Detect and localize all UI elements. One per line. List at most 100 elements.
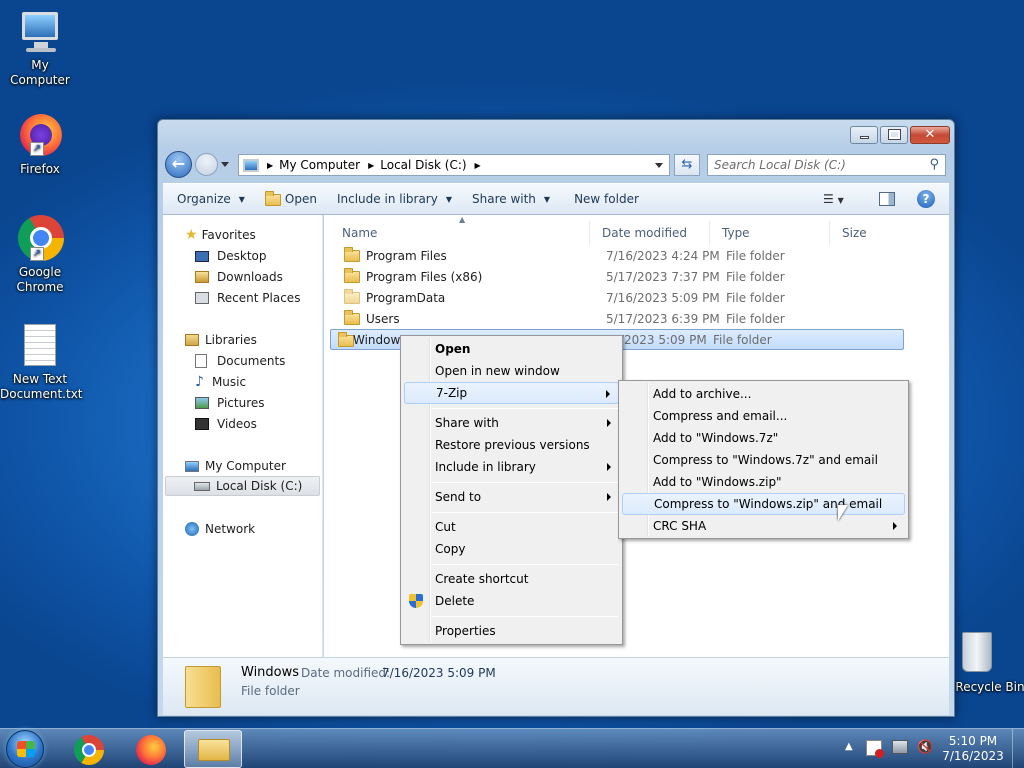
- nav-label: Downloads: [217, 270, 283, 284]
- nav-favorites[interactable]: ★ Favorites: [185, 225, 256, 245]
- open-button[interactable]: Open: [255, 191, 327, 206]
- nav-my-computer[interactable]: My Computer: [185, 456, 286, 476]
- file-type: File folder: [713, 332, 772, 347]
- column-header-date[interactable]: Date modified: [590, 221, 710, 245]
- search-placeholder: Search Local Disk (C:): [714, 158, 846, 172]
- close-button[interactable]: ✕: [910, 126, 950, 144]
- maximize-button[interactable]: [880, 126, 908, 144]
- share-with-button[interactable]: Share with ▼: [462, 192, 560, 206]
- file-type: File folder: [726, 269, 785, 284]
- menu-label: Add to "Windows.zip": [653, 475, 782, 489]
- file-row[interactable]: Program Files (x86) 5/17/2023 7:37 PM File…: [338, 266, 912, 287]
- column-header-size[interactable]: Size: [830, 221, 940, 245]
- clock[interactable]: 5:10 PM 7/16/2023: [940, 734, 1006, 764]
- desktop-icon-my-computer[interactable]: My Computer: [0, 8, 80, 88]
- menu-item-cut[interactable]: Cut: [404, 516, 619, 538]
- menu-item-add-to-7z[interactable]: Add to "Windows.7z": [622, 427, 905, 449]
- nav-downloads[interactable]: Downloads: [195, 267, 283, 287]
- back-button[interactable]: ←: [165, 151, 192, 178]
- menu-item-copy[interactable]: Copy: [404, 538, 619, 560]
- share-label: Share with: [472, 192, 536, 206]
- menu-label: Share with: [435, 416, 499, 430]
- recent-places-icon: [195, 292, 209, 304]
- taskbar-chrome-button[interactable]: [70, 733, 108, 767]
- menu-item-send-to[interactable]: Send to: [404, 486, 619, 508]
- nav-music[interactable]: ♪ Music: [195, 372, 246, 392]
- nav-pictures[interactable]: Pictures: [195, 393, 265, 413]
- nav-label: Desktop: [217, 249, 267, 263]
- column-header-type[interactable]: Type: [710, 221, 830, 245]
- breadcrumb-my-computer[interactable]: My Computer: [279, 158, 360, 172]
- menu-label: Open: [435, 342, 471, 356]
- menu-item-add-to-archive[interactable]: Add to archive...: [622, 383, 905, 405]
- breadcrumb-local-disk[interactable]: Local Disk (C:): [380, 158, 466, 172]
- menu-item-compress-email[interactable]: Compress and email...: [622, 405, 905, 427]
- network-tray-icon[interactable]: [892, 740, 908, 754]
- details-type: File folder: [241, 684, 300, 698]
- desktop-icon-label: Firefox: [20, 162, 60, 176]
- menu-item-restore-previous[interactable]: Restore previous versions: [404, 434, 619, 456]
- menu-item-crc-sha[interactable]: CRC SHA: [622, 515, 905, 537]
- menu-label: 7-Zip: [436, 386, 468, 400]
- windows-logo-icon: [17, 741, 35, 757]
- desktop-icon-text-document[interactable]: New Text Document.txt: [0, 322, 83, 402]
- menu-item-open-new-window[interactable]: Open in new window: [404, 360, 619, 382]
- alert-badge: [875, 749, 884, 758]
- desktop-icon-chrome[interactable]: ↗ Google Chrome: [0, 215, 80, 295]
- taskbar-explorer-button[interactable]: [184, 730, 242, 768]
- nav-videos[interactable]: Videos: [195, 414, 257, 434]
- menu-separator: [432, 408, 618, 409]
- preview-pane-button[interactable]: [879, 192, 895, 206]
- nav-recent-places[interactable]: Recent Places: [195, 288, 300, 308]
- nav-label: Pictures: [217, 396, 265, 410]
- submenu-arrow-icon: [607, 463, 611, 471]
- start-button[interactable]: [6, 730, 44, 768]
- folder-icon: [344, 289, 360, 304]
- nav-desktop[interactable]: Desktop: [195, 246, 267, 266]
- view-options-button[interactable]: ☰ ▼: [823, 192, 844, 206]
- help-button[interactable]: ?: [917, 190, 935, 208]
- refresh-button[interactable]: ⇆: [674, 154, 700, 176]
- nav-local-disk[interactable]: Local Disk (C:): [165, 476, 320, 496]
- menu-item-compress-7z-email[interactable]: Compress to "Windows.7z" and email: [622, 449, 905, 471]
- include-in-library-button[interactable]: Include in library ▼: [327, 192, 462, 206]
- taskbar-firefox-button[interactable]: [132, 733, 170, 767]
- action-center-icon[interactable]: [866, 740, 884, 758]
- menu-item-create-shortcut[interactable]: Create shortcut: [404, 568, 619, 590]
- menu-item-7zip[interactable]: 7-Zip: [404, 382, 619, 404]
- file-row[interactable]: Program Files 7/16/2023 4:24 PM File folde…: [338, 245, 912, 266]
- minimize-button[interactable]: [850, 126, 878, 144]
- close-icon: ✕: [924, 127, 936, 142]
- column-header-name[interactable]: Name: [330, 221, 590, 245]
- search-input[interactable]: Search Local Disk (C:) ⚲: [707, 154, 946, 176]
- menu-separator: [432, 512, 618, 513]
- organize-button[interactable]: Organize ▼: [163, 192, 255, 206]
- nav-libraries[interactable]: Libraries: [185, 330, 257, 350]
- desktop-icon-firefox[interactable]: ↗ Firefox: [0, 112, 80, 177]
- network-icon: [185, 522, 199, 536]
- nav-documents[interactable]: Documents: [195, 351, 285, 371]
- chevron-down-icon[interactable]: [655, 163, 663, 168]
- volume-muted-icon[interactable]: 🔇: [917, 740, 933, 756]
- explorer-folder-icon: [198, 739, 230, 761]
- menu-item-open[interactable]: Open: [404, 338, 619, 360]
- chevron-down-icon: ▼: [238, 194, 245, 204]
- address-bar[interactable]: ▶ My Computer ▶ Local Disk (C:) ▶: [238, 154, 670, 176]
- star-icon: ★: [185, 227, 198, 243]
- forward-button[interactable]: [195, 153, 218, 176]
- submenu-arrow-icon: [606, 390, 610, 398]
- menu-item-compress-zip-email[interactable]: Compress to "Windows.zip" and email: [622, 493, 905, 515]
- file-row[interactable]: ProgramData 7/16/2023 5:09 PM File folder: [338, 287, 912, 308]
- menu-item-delete[interactable]: Delete: [404, 590, 619, 612]
- menu-item-include-library[interactable]: Include in library: [404, 456, 619, 478]
- nav-network[interactable]: Network: [185, 519, 255, 539]
- new-folder-button[interactable]: New folder: [560, 192, 649, 206]
- menu-item-add-to-zip[interactable]: Add to "Windows.zip": [622, 471, 905, 493]
- file-row[interactable]: Users 5/17/2023 6:39 PM File folder: [338, 308, 912, 329]
- recent-pages-dropdown[interactable]: [221, 162, 229, 167]
- 7zip-submenu: Add to archive... Compress and email... …: [618, 380, 909, 539]
- show-hidden-icons-button[interactable]: ▲: [845, 741, 853, 752]
- menu-item-properties[interactable]: Properties: [404, 620, 619, 642]
- menu-item-share-with[interactable]: Share with: [404, 412, 619, 434]
- show-desktop-button[interactable]: [1012, 729, 1024, 768]
